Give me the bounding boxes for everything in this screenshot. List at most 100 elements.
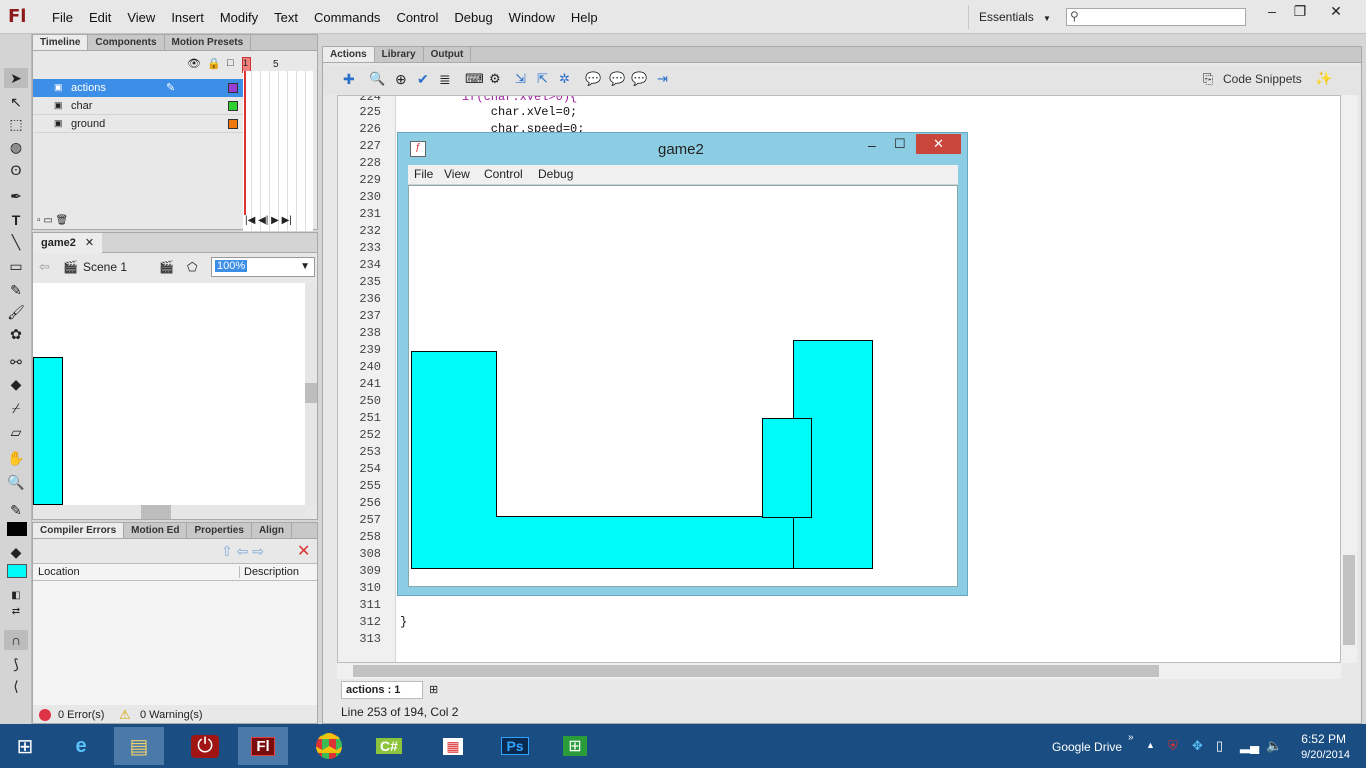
pen-tool-icon[interactable]: ✒ [4,186,28,206]
menu-edit[interactable]: Edit [81,10,119,25]
paint-bucket-icon[interactable]: ◆ [4,374,28,394]
swap-colors-icon[interactable]: ⇄ [4,602,28,622]
windows-start-icon[interactable]: ⊞ [0,727,50,765]
layer-char[interactable]: char [33,97,243,115]
clock-time[interactable]: 6:52 PM [1296,732,1346,746]
wifi-icon[interactable]: ▂▄ [1240,738,1259,754]
lock-icon[interactable]: 🔒 [207,57,221,70]
tab-compiler-errors[interactable]: Compiler Errors [33,523,125,538]
flash-taskbar-icon[interactable]: Fl [238,727,288,765]
editor-horizontal-scrollbar[interactable] [337,663,1341,679]
fill-color-icon[interactable]: ◆ [4,542,28,562]
tray-label[interactable]: Google Drive [1052,740,1122,754]
game-stage[interactable] [408,185,958,587]
collapse-icon[interactable]: ⇲ [515,71,526,87]
tab-output[interactable]: Output [424,47,472,62]
stroke-swatch[interactable] [7,522,27,536]
target-icon[interactable]: ⊕ [395,71,407,88]
column-description[interactable]: Description [239,566,299,578]
ground-shape[interactable] [33,357,63,505]
code-line[interactable]: } [400,615,407,629]
edit-symbols-icon[interactable]: ⬠ [187,260,197,274]
volume-icon[interactable]: 🔈 [1266,738,1282,754]
selection-tool-icon[interactable]: ➤ [4,68,28,88]
help-search-input[interactable] [1066,8,1246,26]
straighten-icon[interactable]: ⟨ [4,676,28,696]
game-menu-view[interactable]: View [444,167,470,181]
menu-file[interactable]: File [44,10,81,25]
menu-debug[interactable]: Debug [446,10,500,25]
subselection-tool-icon[interactable]: ↖ [4,92,28,112]
code-line[interactable]: if(char.xVel>0){ [462,96,577,104]
document-tab[interactable]: game2 ✕ [33,233,103,253]
deco-tool-icon[interactable]: ✿ [4,324,28,344]
layer-ground[interactable]: ground [33,115,243,133]
chevron-icon[interactable]: » [1128,732,1134,743]
outline-icon[interactable]: □ [227,57,234,69]
app-grid-icon[interactable]: ▦ [428,727,478,765]
file-explorer-icon[interactable]: ▤ [114,727,164,765]
menu-control[interactable]: Control [388,10,446,25]
show-hidden-icon[interactable]: ▲ [1146,740,1155,750]
game-menu-file[interactable]: File [414,167,433,181]
maximize-button[interactable]: ☐ [894,136,906,152]
zoom-select[interactable]: 100% ▼ [211,257,315,277]
eraser-icon[interactable]: ▱ [4,422,28,442]
photoshop-icon[interactable]: Ps [490,727,540,765]
3d-rotation-icon[interactable]: ◍ [4,137,28,157]
code-hint-icon[interactable]: ⌨ [465,71,484,87]
stroke-color-icon[interactable]: ✎ [4,500,28,520]
eyedropper-icon[interactable]: ⌿ [4,398,28,418]
menu-view[interactable]: View [119,10,163,25]
line-tool-icon[interactable]: ╲ [4,232,28,252]
tab-motion-presets[interactable]: Motion Presets [165,35,252,50]
menu-help[interactable]: Help [563,10,606,25]
auto-format-icon[interactable]: ≣ [439,71,451,88]
hand-tool-icon[interactable]: ✋ [4,448,28,468]
code-snippets-button[interactable]: Code Snippets [1223,72,1302,86]
zoom-tool-icon[interactable]: 🔍 [4,472,28,492]
brush-tool-icon[interactable]: 🖌 [4,302,28,322]
layer-color-swatch[interactable] [228,83,238,93]
close-button[interactable]: ✕ [1322,3,1350,21]
fill-swatch[interactable] [7,564,27,578]
tab-library[interactable]: Library [375,47,424,62]
stage-canvas[interactable] [33,283,305,505]
battery-icon[interactable]: ▯ [1216,738,1223,754]
menu-commands[interactable]: Commands [306,10,388,25]
scroll-thumb[interactable] [1343,555,1355,645]
find-icon[interactable]: 🔍 [369,71,385,87]
layer-color-swatch[interactable] [228,119,238,129]
pencil-tool-icon[interactable]: ✎ [4,280,28,300]
code-line[interactable]: char.xVel=0; [462,105,577,119]
check-syntax-icon[interactable]: ✔ [417,71,429,88]
free-transform-icon[interactable]: ⬚ [4,114,28,134]
clear-icon[interactable]: ✕ [297,541,310,561]
edit-scene-icon[interactable]: 🎬 [159,260,174,274]
tab-components[interactable]: Components [88,35,165,50]
horizontal-scrollbar[interactable] [33,505,305,519]
column-location[interactable]: Location [38,566,80,578]
text-tool-icon[interactable]: T [4,210,28,230]
lasso-tool-icon[interactable]: ʘ [4,160,28,180]
game-menu-debug[interactable]: Debug [538,167,573,181]
scroll-thumb[interactable] [305,383,317,403]
uncomment-icon[interactable]: 💬 [631,71,647,87]
expand-all-icon[interactable]: ✲ [559,71,570,87]
csharp-icon[interactable]: C# [364,727,414,765]
power-icon[interactable]: ⏻ [180,727,230,765]
tab-align[interactable]: Align [252,523,292,538]
menu-insert[interactable]: Insert [163,10,212,25]
comment-block-icon[interactable]: 💬 [585,71,601,87]
tab-actions[interactable]: Actions [323,47,375,62]
scroll-thumb[interactable] [141,505,171,519]
menu-text[interactable]: Text [266,10,306,25]
maximize-button[interactable]: ❐ [1286,3,1314,21]
menu-window[interactable]: Window [501,10,563,25]
close-icon[interactable]: ✕ [85,237,94,249]
antivirus-icon[interactable]: ⛨ [1168,738,1178,754]
chrome-icon[interactable] [304,727,354,765]
tab-motion-editor[interactable]: Motion Ed [124,523,188,538]
tab-properties[interactable]: Properties [187,523,252,538]
script-assist-icon[interactable]: ⇥ [657,71,668,87]
